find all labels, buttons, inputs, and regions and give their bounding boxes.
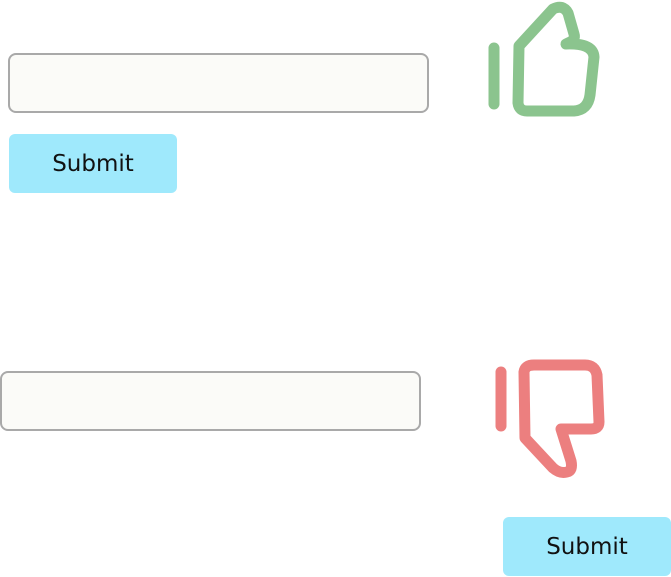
negative-submit-button[interactable]: Submit <box>503 517 671 576</box>
positive-feedback-input[interactable] <box>8 53 429 113</box>
thumbs-up-icon[interactable] <box>480 0 610 130</box>
feedback-page: Submit Submit <box>0 0 671 577</box>
positive-submit-button[interactable]: Submit <box>9 134 177 193</box>
negative-feedback-input[interactable] <box>0 371 421 431</box>
thumbs-down-icon[interactable] <box>487 355 617 485</box>
